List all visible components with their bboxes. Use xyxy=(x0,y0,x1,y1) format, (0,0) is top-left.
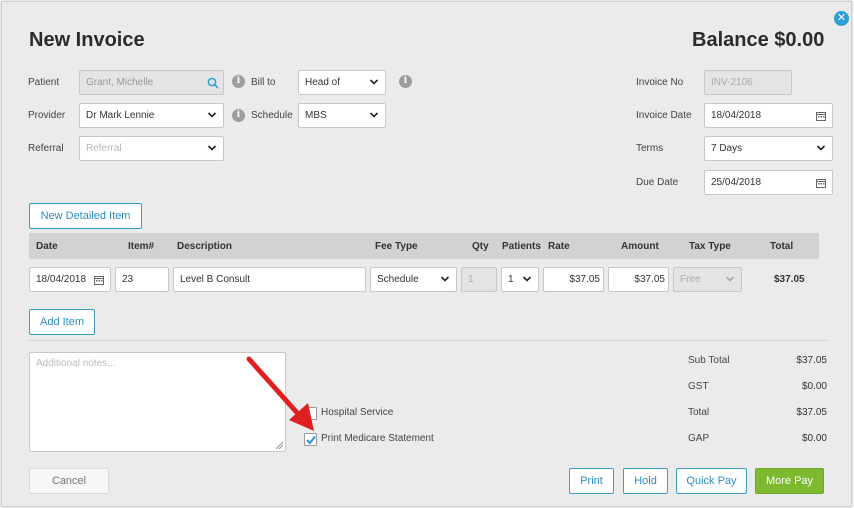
provider-label: Provider xyxy=(28,110,66,121)
row-description-field[interactable]: Level B Consult xyxy=(173,267,366,292)
checkmark-icon xyxy=(306,435,316,445)
print-medicare-statement-label: Print Medicare Statement xyxy=(321,433,434,444)
row-qty-value: 1 xyxy=(468,274,474,285)
total-value: $37.05 xyxy=(796,407,827,418)
invoice-no-label: Invoice No xyxy=(636,77,684,88)
due-date-label: Due Date xyxy=(636,177,679,188)
items-table-header: Date Item# Description Fee Type Qty Pati… xyxy=(29,233,819,259)
print-button[interactable]: Print xyxy=(569,468,614,494)
row-tax-type-value: Free xyxy=(680,274,701,285)
schedule-value: MBS xyxy=(305,110,327,121)
new-detailed-item-button[interactable]: New Detailed Item xyxy=(29,203,142,229)
row-amount-field[interactable]: $37.05 xyxy=(608,267,669,292)
hold-button[interactable]: Hold xyxy=(623,468,668,494)
column-header: Patients xyxy=(502,241,541,252)
row-tax-type-select: Free xyxy=(673,267,742,292)
hospital-service-label: Hospital Service xyxy=(321,407,394,418)
column-header: Date xyxy=(36,241,58,252)
red-arrow-annotation xyxy=(246,356,314,431)
bill-to-info-icon[interactable]: i xyxy=(399,75,412,88)
bill-to-label: Bill to xyxy=(251,77,276,88)
invoice-date-field[interactable]: 18/04/2018 xyxy=(704,103,833,128)
provider-select[interactable]: Dr Mark Lennie xyxy=(79,103,224,128)
more-pay-button[interactable]: More Pay xyxy=(755,468,824,494)
row-date-value: 18/04/2018 xyxy=(36,274,87,285)
column-header: Amount xyxy=(621,241,659,252)
sub-total-label: Sub Total xyxy=(688,355,730,366)
column-header: Description xyxy=(177,241,233,252)
invoice-no-value: INV-2106 xyxy=(711,77,753,88)
calendar-icon[interactable] xyxy=(816,178,826,188)
row-rate-value: $37.05 xyxy=(569,274,600,285)
print-medicare-statement-checkbox[interactable] xyxy=(304,433,317,446)
gst-label: GST xyxy=(688,381,709,392)
row-item-field[interactable]: 23 xyxy=(115,267,169,292)
patient-label: Patient xyxy=(28,77,60,88)
row-amount-value: $37.05 xyxy=(634,274,665,285)
column-header: Rate xyxy=(548,241,570,252)
row-item-value: 23 xyxy=(122,274,134,285)
bill-to-select[interactable]: Head of xyxy=(298,70,386,95)
balance-display: Balance $0.00 xyxy=(692,29,825,51)
resize-grip-icon[interactable] xyxy=(275,441,283,449)
quick-pay-button[interactable]: Quick Pay xyxy=(676,468,747,494)
gap-value: $0.00 xyxy=(801,433,827,444)
referral-select[interactable]: Referral xyxy=(79,136,224,161)
row-description-value: Level B Consult xyxy=(180,274,251,285)
calendar-icon[interactable] xyxy=(94,275,104,285)
due-date-value: 25/04/2018 xyxy=(711,177,762,188)
chevron-down-icon xyxy=(440,276,450,282)
row-qty-field: 1 xyxy=(461,267,497,292)
column-header: Tax Type xyxy=(689,241,731,252)
chevron-down-icon xyxy=(725,276,735,282)
chevron-down-icon xyxy=(369,112,379,118)
row-date-field[interactable]: 18/04/2018 xyxy=(29,267,111,292)
patient-value: Grant, Michelle xyxy=(86,77,154,88)
terms-select[interactable]: 7 Days xyxy=(704,136,833,161)
patient-field[interactable]: Grant, Michelle xyxy=(79,70,224,95)
add-item-button[interactable]: Add Item xyxy=(29,309,95,335)
chevron-down-icon xyxy=(207,112,217,118)
row-patients-value: 1 xyxy=(508,274,514,285)
row-rate-field[interactable]: $37.05 xyxy=(543,267,604,292)
invoice-date-label: Invoice Date xyxy=(636,110,692,121)
column-header: Total xyxy=(770,241,794,252)
provider-value: Dr Mark Lennie xyxy=(86,110,155,121)
column-header: Fee Type xyxy=(375,241,418,252)
column-header: Qty xyxy=(472,241,489,252)
new-invoice-dialog: ✕ New Invoice Balance $0.00 Patient Gran… xyxy=(1,1,852,507)
terms-label: Terms xyxy=(636,143,664,154)
referral-placeholder: Referral xyxy=(86,143,122,154)
chevron-down-icon xyxy=(207,145,217,151)
close-icon[interactable]: ✕ xyxy=(834,11,849,26)
row-total-value: $37.05 xyxy=(774,274,805,285)
patient-info-icon[interactable]: i xyxy=(232,75,245,88)
cancel-button[interactable]: Cancel xyxy=(29,468,109,494)
terms-value: 7 Days xyxy=(711,143,743,154)
row-patients-select[interactable]: 1 xyxy=(501,267,539,292)
bill-to-value: Head of xyxy=(305,77,341,88)
total-label: Total xyxy=(688,407,710,418)
chevron-down-icon xyxy=(369,79,379,85)
calendar-icon[interactable] xyxy=(816,111,826,121)
gap-label: GAP xyxy=(688,433,710,444)
schedule-label: Schedule xyxy=(251,110,293,121)
provider-info-icon[interactable]: i xyxy=(232,109,245,122)
due-date-field[interactable]: 25/04/2018 xyxy=(704,170,833,195)
column-header: Item# xyxy=(128,241,155,252)
notes-placeholder: Additional notes... xyxy=(36,358,116,369)
invoice-no-field: INV-2106 xyxy=(704,70,792,95)
row-fee-type-value: Schedule xyxy=(377,274,419,285)
chevron-down-icon xyxy=(816,145,826,151)
schedule-select[interactable]: MBS xyxy=(298,103,386,128)
gst-value: $0.00 xyxy=(801,381,827,392)
invoice-date-value: 18/04/2018 xyxy=(711,110,762,121)
sub-total-value: $37.05 xyxy=(796,355,827,366)
row-fee-type-select[interactable]: Schedule xyxy=(370,267,457,292)
search-icon[interactable] xyxy=(207,77,219,89)
section-divider xyxy=(29,340,827,341)
referral-label: Referral xyxy=(28,143,64,154)
page-title: New Invoice xyxy=(29,29,145,51)
chevron-down-icon xyxy=(522,276,532,282)
